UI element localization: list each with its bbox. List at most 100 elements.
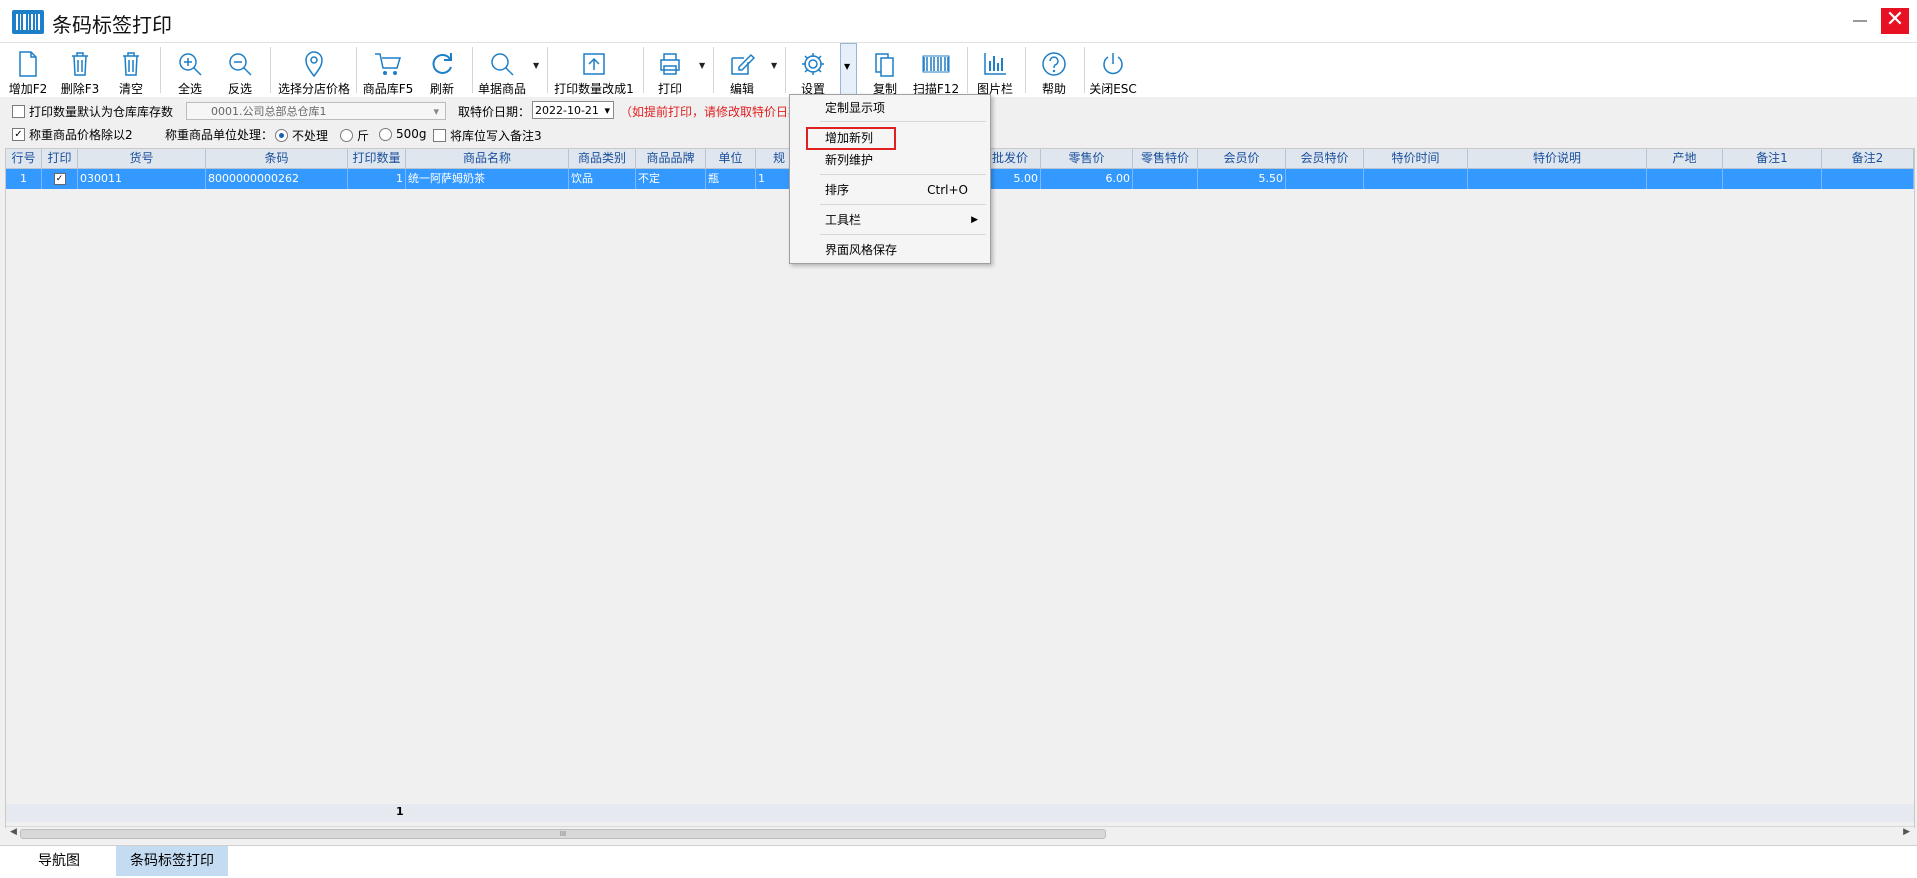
cell-special-time [1364, 169, 1468, 189]
toolbar-separator [270, 47, 271, 93]
tab-navigation[interactable]: 导航图 [18, 846, 100, 876]
minimize-button[interactable] [1843, 6, 1877, 36]
checkbox-box[interactable] [12, 105, 25, 118]
header-retail-special[interactable]: 零售特价 [1133, 149, 1198, 168]
cell-retail: 6.00 [1041, 169, 1133, 189]
header-barcode[interactable]: 条码 [206, 149, 348, 168]
header-print-qty[interactable]: 打印数量 [348, 149, 406, 168]
close-window-button[interactable]: ✕ [1881, 8, 1909, 34]
cell-member-special [1286, 169, 1364, 189]
radio-jin-label: 斤 [357, 129, 370, 143]
radio-500g[interactable]: 500g [379, 127, 427, 141]
help-icon [1042, 52, 1066, 76]
clear-button[interactable]: 清空 [113, 47, 149, 97]
edit-dropdown-arrow[interactable]: ▼ [771, 61, 777, 70]
scan-button[interactable]: 扫描F12 [913, 47, 959, 97]
bar-chart-icon [984, 53, 1006, 75]
menu-item-sort[interactable]: 排序 Ctrl+O [791, 179, 988, 201]
menu-item-toolbar[interactable]: 工具栏 ▶ [791, 209, 988, 231]
shopping-cart-icon [375, 53, 402, 75]
invert-selection-button[interactable]: 反选 [222, 47, 258, 97]
default-qty-checkbox[interactable]: 打印数量默认为仓库库存数 [12, 103, 173, 120]
add-button[interactable]: 增加F2 [9, 47, 47, 97]
single-product-dropdown-arrow[interactable]: ▼ [533, 61, 539, 70]
menu-item-add-column[interactable]: 增加新列 [791, 127, 988, 149]
menu-item-label: 界面风格保存 [825, 243, 898, 257]
write-location-label: 将库位写入备注3 [450, 129, 542, 143]
cell-product-name: 统一阿萨姆奶茶 [406, 169, 569, 189]
refresh-icon [432, 53, 452, 74]
weigh-divide-label: 称重商品价格除以2 [29, 128, 133, 142]
header-member[interactable]: 会员价 [1198, 149, 1286, 168]
header-unit[interactable]: 单位 [706, 149, 756, 168]
header-note2[interactable]: 备注2 [1822, 149, 1914, 168]
edit-button[interactable]: 编辑 [724, 47, 760, 97]
write-location-checkbox[interactable]: 将库位写入备注3 [433, 127, 542, 144]
print-qty-one-label: 打印数量改成1 [554, 82, 634, 96]
summary-qty: 1 [396, 805, 404, 818]
power-icon [1103, 53, 1123, 75]
cell-barcode: 8000000000262 [206, 169, 348, 189]
menu-item-save-style[interactable]: 界面风格保存 [791, 239, 988, 261]
settings-dropdown-button[interactable]: ▼ [840, 43, 857, 98]
header-origin[interactable]: 产地 [1647, 149, 1723, 168]
warehouse-select[interactable]: 0001.公司总部总仓库1 [186, 102, 446, 121]
weigh-divide-checkbox[interactable]: ✓ 称重商品价格除以2 [12, 126, 133, 143]
header-brand[interactable]: 商品品牌 [636, 149, 706, 168]
header-item-no[interactable]: 货号 [78, 149, 206, 168]
invert-label: 反选 [227, 82, 252, 96]
single-product-button[interactable]: 单据商品 [478, 47, 526, 97]
menu-item-label: 定制显示项 [825, 101, 886, 115]
print-qty-one-button[interactable]: 打印数量改成1 [554, 47, 634, 97]
branch-price-label: 选择分店价格 [277, 82, 350, 96]
radio-icon [340, 129, 353, 142]
header-line[interactable]: 行号 [6, 149, 42, 168]
branch-price-button[interactable]: 选择分店价格 [278, 47, 350, 97]
radio-none[interactable]: 不处理 [275, 127, 328, 144]
header-product-name[interactable]: 商品名称 [406, 149, 569, 168]
horizontal-scrollbar[interactable]: ◀ III ▶ [6, 826, 1914, 841]
menu-item-custom-display[interactable]: 定制显示项 [791, 97, 988, 119]
scroll-left-icon[interactable]: ◀ [10, 827, 17, 837]
help-button[interactable]: 帮助 [1036, 47, 1072, 97]
cell-print-qty[interactable]: 1 [348, 169, 406, 189]
close-esc-button[interactable]: 关闭ESC [1089, 47, 1137, 97]
cell-member: 5.50 [1198, 169, 1286, 189]
header-special-time[interactable]: 特价时间 [1364, 149, 1468, 168]
special-date-notice: （如提前打印，请修改取特价日期 [620, 105, 801, 119]
radio-selected-icon [275, 129, 288, 142]
print-checkbox[interactable]: ✓ [53, 173, 66, 185]
header-note1[interactable]: 备注1 [1723, 149, 1822, 168]
settings-button[interactable]: 设置 [795, 47, 831, 97]
scroll-thumb[interactable]: III [20, 829, 1106, 839]
radio-jin[interactable]: 斤 [340, 127, 369, 144]
barcode-scan-icon [922, 55, 950, 73]
radio-500g-label: 500g [396, 127, 427, 141]
refresh-button[interactable]: 刷新 [424, 47, 460, 97]
cell-brand: 不定 [636, 169, 706, 189]
header-print[interactable]: 打印 [42, 149, 78, 168]
image-bar-button[interactable]: 图片栏 [977, 47, 1013, 97]
print-dropdown-arrow[interactable]: ▼ [699, 61, 705, 70]
cell-retail-special [1133, 169, 1198, 189]
default-qty-label: 打印数量默认为仓库库存数 [29, 105, 174, 119]
product-library-button[interactable]: 商品库F5 [363, 47, 413, 97]
header-special-desc[interactable]: 特价说明 [1468, 149, 1647, 168]
cell-print[interactable]: ✓ [42, 169, 78, 189]
location-pin-icon [305, 51, 323, 77]
cell-note1 [1723, 169, 1822, 189]
scroll-right-icon[interactable]: ▶ [1903, 827, 1910, 837]
grid-summary-row: 1 [6, 804, 1914, 822]
menu-item-maintain-column[interactable]: 新列维护 [791, 149, 988, 171]
header-category[interactable]: 商品类别 [569, 149, 636, 168]
gear-icon [802, 53, 824, 75]
header-retail[interactable]: 零售价 [1041, 149, 1133, 168]
cell-unit: 瓶 [706, 169, 756, 189]
checkbox-checked[interactable]: ✓ [12, 128, 25, 141]
header-member-special[interactable]: 会员特价 [1286, 149, 1364, 168]
print-button[interactable]: 打印 [652, 47, 688, 97]
tab-barcode-print[interactable]: 条码标签打印 [116, 846, 228, 876]
checkbox-box[interactable] [433, 129, 446, 142]
special-date-input[interactable]: 2022-10-21 [532, 101, 614, 120]
toolbar: 增加F2 删除F3 清空 全选 反选 选择分店价格 商品库F5 刷新 单据商品 … [0, 43, 1917, 97]
